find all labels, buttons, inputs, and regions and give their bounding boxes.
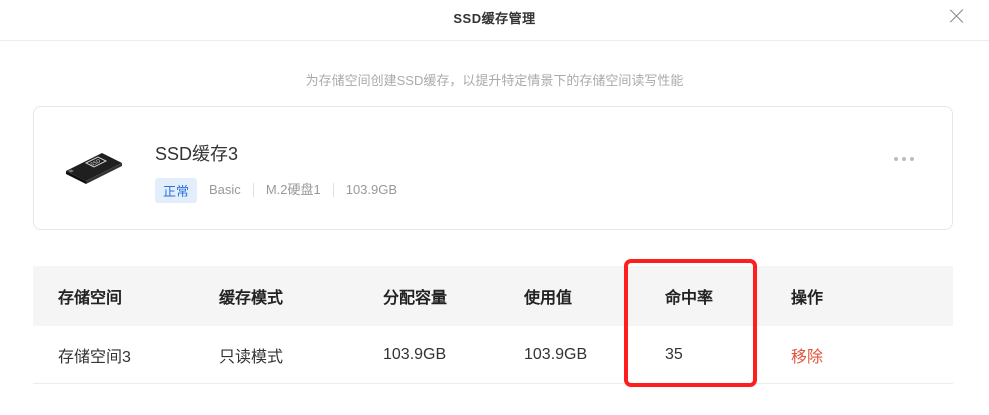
cache-disk: M.2硬盘1 [254, 183, 334, 197]
cell-allocated: 103.9GB [383, 345, 447, 363]
table-row: 存储空间3 只读模式 103.9GB 103.9GB 35 移除 [33, 326, 953, 384]
col-header-space: 存储空间 [58, 290, 123, 307]
dialog-subtitle: 为存储空间创建SSD缓存，以提升特定情景下的存储空间读写性能 [305, 73, 684, 88]
status-badge: 正常 [155, 177, 198, 203]
col-header-allocated: 分配容量 [383, 290, 448, 307]
cache-size: 103.9GB [345, 182, 398, 197]
cell-hit-rate: 35 [665, 345, 683, 363]
more-options-icon[interactable] [889, 147, 919, 171]
cache-mode: Basic [197, 183, 254, 197]
close-icon[interactable] [947, 6, 967, 26]
cell-mode: 只读模式 [219, 348, 284, 366]
cache-table: 存储空间 缓存模式 分配容量 使用值 命中率 操作 存储空间3 只读模式 103… [33, 266, 953, 384]
cache-meta: 正常 Basic M.2硬盘1 103.9GB [155, 177, 409, 203]
ssd-cache-card: SSD SSD缓存3 正常 Basic M.2硬盘1 103.9GB [33, 106, 953, 230]
ssd-icon: SSD [66, 153, 122, 184]
table-header: 存储空间 缓存模式 分配容量 使用值 命中率 操作 [33, 266, 953, 326]
dialog-header: SSD缓存管理 [0, 0, 989, 41]
col-header-mode: 缓存模式 [219, 290, 284, 307]
cell-used: 103.9GB [524, 345, 588, 363]
dialog-title: SSD缓存管理 [453, 11, 536, 26]
col-header-hit-rate: 命中率 [665, 290, 714, 307]
col-header-action: 操作 [791, 290, 824, 307]
remove-link[interactable]: 移除 [791, 349, 823, 366]
cell-space: 存储空间3 [58, 348, 131, 366]
col-header-used: 使用值 [524, 290, 573, 307]
cache-name: SSD缓存3 [155, 144, 239, 164]
